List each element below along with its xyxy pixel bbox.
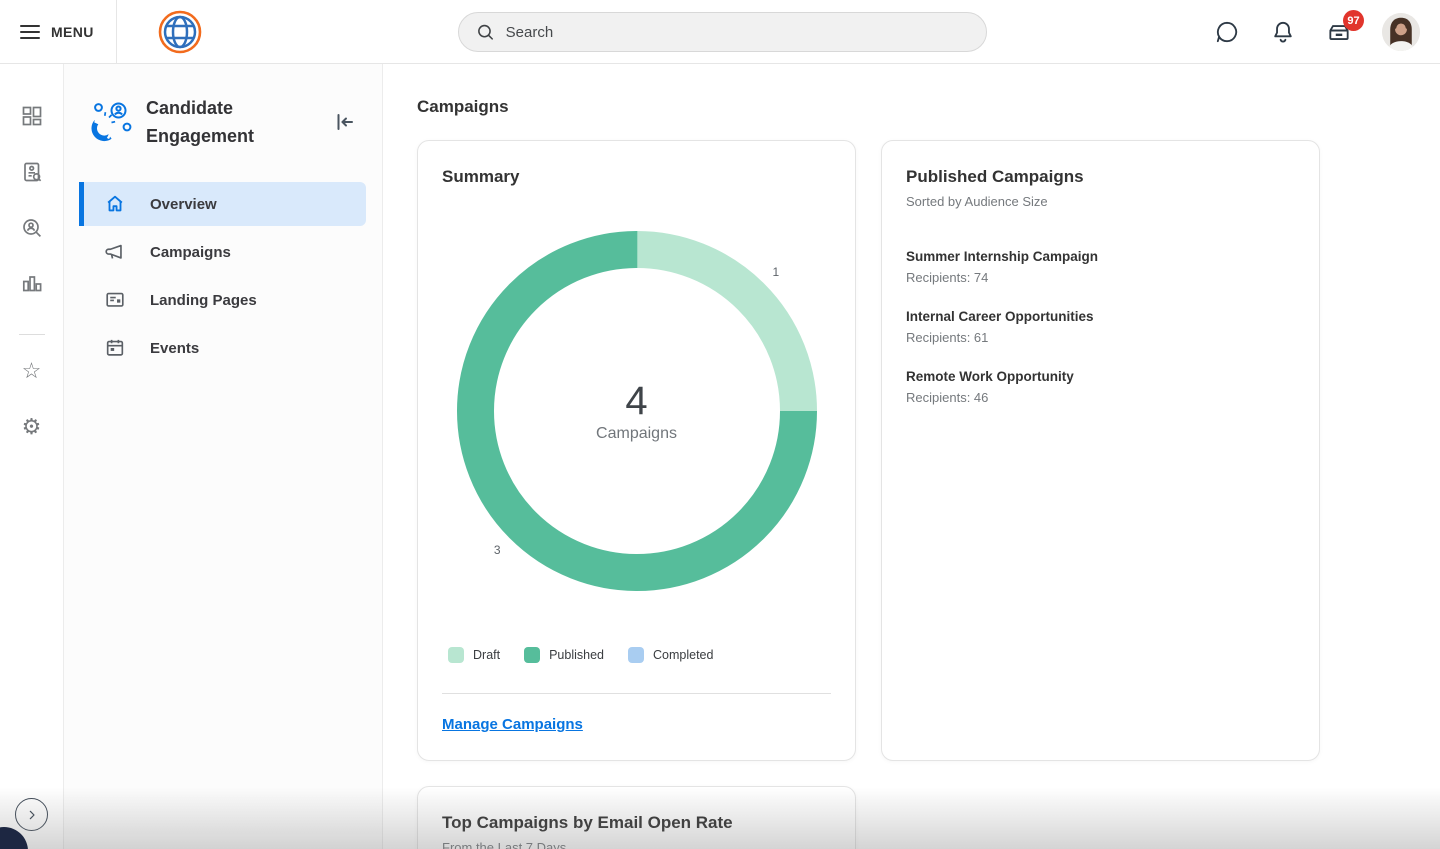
star-icon: ☆ (22, 360, 42, 382)
published-campaigns-card: Published Campaigns Sorted by Audience S… (881, 140, 1320, 761)
search-input[interactable] (506, 24, 970, 41)
megaphone-icon (104, 241, 126, 263)
list-item: Remote Work Opportunity Recipients: 46 (906, 369, 1295, 405)
notifications-button[interactable] (1270, 19, 1296, 45)
inbox-count-badge: 97 (1343, 10, 1364, 31)
calendar-icon (104, 337, 126, 359)
list-item: Internal Career Opportunities Recipients… (906, 309, 1295, 345)
top-bar: MENU (0, 0, 1440, 64)
hamburger-icon (20, 24, 40, 40)
open-rate-card: Top Campaigns by Email Open Rate From th… (417, 786, 856, 849)
published-card-title: Published Campaigns (906, 167, 1295, 187)
legend-swatch (448, 647, 464, 663)
sidebar-collapse-icon[interactable] (332, 110, 356, 134)
sidebar-item-label: Events (150, 340, 199, 357)
rail-analytics-button[interactable] (20, 272, 44, 296)
sidebar-app-title: Candidate Engagement (146, 94, 320, 150)
campaign-name: Internal Career Opportunities (906, 309, 1295, 324)
legend-label: Published (549, 648, 604, 662)
sidebar-header: Candidate Engagement (64, 64, 382, 150)
rail-expand-button[interactable] (15, 798, 48, 831)
candidate-engagement-magnet-icon (90, 100, 134, 144)
app-sidebar: Candidate Engagement Overview (64, 64, 383, 849)
legend-swatch (524, 647, 540, 663)
sidebar-item-campaigns[interactable]: Campaigns (79, 230, 366, 274)
open-rate-card-subtitle: From the Last 7 Days (442, 840, 831, 849)
chat-icon (1214, 19, 1240, 45)
legend-item: Draft (448, 647, 500, 663)
legend-swatch (628, 647, 644, 663)
legend-item: Completed (628, 647, 713, 663)
sidebar-nav: Overview Campaigns Landing Pages (64, 182, 382, 370)
sidebar-item-events[interactable]: Events (79, 326, 366, 370)
main-content: Campaigns Summary 4 Campaigns 13 DraftPu… (384, 64, 1440, 849)
donut-data-label: 3 (494, 543, 501, 557)
published-campaign-list: Summer Internship Campaign Recipients: 7… (906, 249, 1295, 405)
bell-icon (1270, 19, 1296, 45)
card-divider (442, 693, 831, 694)
rail-divider (19, 334, 45, 335)
rail-settings-button[interactable]: ⚙ (20, 415, 44, 439)
open-rate-card-title: Top Campaigns by Email Open Rate (442, 813, 831, 833)
bar-chart-icon (20, 272, 44, 296)
rail-people-search-button[interactable] (20, 216, 44, 240)
people-search-icon (20, 216, 44, 240)
company-logo-globe-icon[interactable] (158, 10, 202, 54)
gear-icon: ⚙ (22, 416, 42, 438)
campaign-recipients: Recipients: 46 (906, 390, 1295, 405)
dashboard-grid-icon (20, 104, 44, 128)
chevron-right-icon (24, 807, 40, 823)
inbox-button[interactable]: 97 (1326, 19, 1352, 45)
sidebar-item-label: Campaigns (150, 244, 231, 261)
rail-dashboard-button[interactable] (20, 104, 44, 128)
chat-button[interactable] (1214, 19, 1240, 45)
legend-label: Completed (653, 648, 713, 662)
sidebar-item-label: Overview (150, 196, 217, 213)
landing-page-icon (104, 289, 126, 311)
candidate-profile-icon (20, 160, 44, 184)
global-search (458, 12, 987, 52)
summary-card-title: Summary (442, 167, 831, 187)
menu-label: MENU (51, 24, 94, 40)
icon-rail: ☆ ⚙ (0, 64, 64, 849)
summary-card: Summary 4 Campaigns 13 DraftPublishedCom… (417, 140, 856, 761)
campaigns-donut-chart: 4 Campaigns 13 (457, 231, 817, 591)
chart-legend: Draft Published Completed (442, 647, 831, 663)
rail-favorites-button[interactable]: ☆ (20, 359, 44, 383)
list-item: Summer Internship Campaign Recipients: 7… (906, 249, 1295, 285)
global-menu-button[interactable]: MENU (20, 0, 94, 64)
rail-candidate-search-button[interactable] (20, 160, 44, 184)
sidebar-item-overview[interactable]: Overview (79, 182, 366, 226)
profile-avatar[interactable] (1382, 13, 1420, 51)
campaign-recipients: Recipients: 61 (906, 330, 1295, 345)
donut-data-label: 1 (772, 265, 779, 279)
legend-item: Published (524, 647, 604, 663)
page-title: Campaigns (417, 97, 509, 117)
sidebar-item-label: Landing Pages (150, 292, 257, 309)
published-card-subtitle: Sorted by Audience Size (906, 194, 1295, 209)
manage-campaigns-link[interactable]: Manage Campaigns (442, 716, 583, 733)
donut-chart-svg (457, 231, 817, 591)
home-icon (104, 193, 126, 215)
legend-label: Draft (473, 648, 500, 662)
sidebar-item-landing-pages[interactable]: Landing Pages (79, 278, 366, 322)
search-icon (475, 21, 496, 43)
campaign-name: Summer Internship Campaign (906, 249, 1295, 264)
topbar-divider (116, 0, 117, 64)
avatar-photo (1382, 13, 1420, 51)
campaign-recipients: Recipients: 74 (906, 270, 1295, 285)
campaign-name: Remote Work Opportunity (906, 369, 1295, 384)
